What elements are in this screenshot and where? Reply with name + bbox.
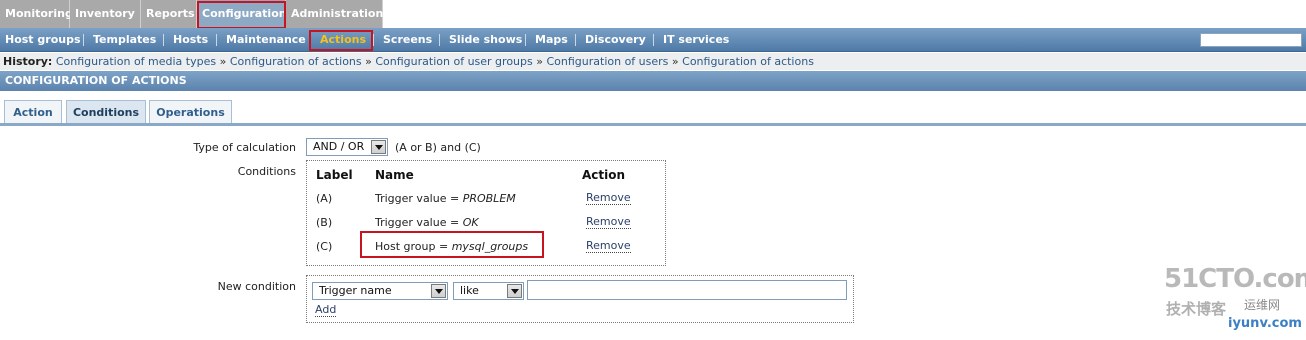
history-bar: History: Configuration of media types » … — [0, 53, 1306, 70]
sub-menu-templates[interactable]: Templates — [93, 28, 156, 52]
history-link[interactable]: Configuration of user groups — [375, 55, 532, 68]
add-condition-link[interactable]: Add — [315, 304, 337, 317]
sub-menu-separator — [439, 34, 440, 46]
conditions-header-action: Action — [582, 168, 626, 182]
new-condition-type-value: Trigger name — [319, 284, 392, 297]
remove-condition-b-link[interactable]: Remove — [586, 216, 631, 229]
history-separator: » — [536, 55, 543, 68]
condition-row-label: (A) — [316, 192, 333, 205]
new-condition-label: New condition — [217, 280, 296, 293]
watermark-sub-right: 运维网 — [1244, 298, 1281, 312]
sub-menu-separator — [653, 34, 654, 46]
remove-condition-c-link[interactable]: Remove — [586, 240, 631, 253]
dropdown-arrow-icon — [371, 140, 386, 154]
conditions-header-label: Label — [316, 168, 353, 182]
condition-row-label: (C) — [316, 240, 333, 253]
watermark-brand: 51CTO.com — [1164, 264, 1306, 294]
sub-menu-host-groups[interactable]: Host groups — [5, 28, 81, 52]
calc-type-select[interactable]: AND / OR — [306, 138, 388, 156]
main-menu: Monitoring Inventory Reports Configurati… — [0, 0, 383, 28]
sub-menu-maintenance[interactable]: Maintenance — [226, 28, 306, 52]
main-menu-reports[interactable]: Reports — [141, 0, 197, 28]
sub-menu-it-services[interactable]: IT services — [663, 28, 729, 52]
history-label: History: — [3, 55, 53, 68]
tab-underline — [0, 123, 1306, 126]
calc-type-value: AND / OR — [313, 140, 365, 153]
history-link[interactable]: Configuration of users — [546, 55, 668, 68]
condition-row-name: Host group = mysql_groups — [375, 240, 529, 253]
sub-menu-separator — [575, 34, 576, 46]
tab-operations[interactable]: Operations — [149, 100, 232, 125]
sub-menu-separator — [83, 34, 84, 46]
remove-condition-a-link[interactable]: Remove — [586, 192, 631, 205]
history-separator: » — [219, 55, 227, 68]
new-condition-operator-select[interactable]: like — [453, 282, 524, 300]
sub-menu-actions[interactable]: Actions — [320, 28, 366, 52]
sub-menu-screens[interactable]: Screens — [383, 28, 432, 52]
main-menu-monitoring[interactable]: Monitoring — [0, 0, 73, 28]
sub-menu-separator — [525, 34, 526, 46]
sub-menu-separator — [373, 34, 374, 46]
sub-menu-maps[interactable]: Maps — [535, 28, 568, 52]
sub-menu-separator — [216, 34, 217, 46]
history-link[interactable]: Configuration of actions — [682, 55, 814, 68]
history-link[interactable]: Configuration of actions — [230, 55, 362, 68]
main-menu-filler — [383, 0, 1306, 28]
sub-menu: Host groups Templates Hosts Maintenance … — [0, 28, 1306, 52]
page-title: CONFIGURATION OF ACTIONS — [0, 71, 1306, 91]
new-condition-type-select[interactable]: Trigger name — [312, 282, 448, 300]
watermark-logo: 51CTO.com 技术博客 运维网 iyunv.com — [1160, 262, 1306, 340]
main-menu-configuration[interactable]: Configuration — [197, 0, 287, 28]
main-menu-administration[interactable]: Administration — [286, 0, 383, 28]
dropdown-arrow-icon — [507, 284, 522, 298]
watermark-sub-left: 技术博客 — [1166, 300, 1227, 318]
watermark-url: iyunv.com — [1228, 316, 1302, 331]
condition-row-name: Trigger value = PROBLEM — [375, 192, 516, 205]
conditions-header-name: Name — [375, 168, 414, 182]
new-condition-operator-value: like — [460, 284, 479, 297]
main-menu-inventory[interactable]: Inventory — [70, 0, 141, 28]
sub-menu-hosts[interactable]: Hosts — [173, 28, 208, 52]
tab-conditions[interactable]: Conditions — [66, 100, 146, 125]
conditions-label: Conditions — [237, 165, 296, 178]
condition-row-name: Trigger value = OK — [375, 216, 479, 229]
history-separator: » — [671, 55, 679, 68]
quick-search-input[interactable] — [1200, 33, 1302, 47]
sub-menu-separator — [163, 34, 164, 46]
sub-menu-slide-shows[interactable]: Slide shows — [449, 28, 522, 52]
sub-menu-discovery[interactable]: Discovery — [585, 28, 646, 52]
condition-row-label: (B) — [316, 216, 333, 229]
sub-menu-separator — [309, 34, 310, 46]
calc-type-label: Type of calculation — [193, 141, 296, 154]
history-separator: » — [365, 55, 372, 68]
new-condition-value-input[interactable] — [527, 280, 847, 300]
tab-action[interactable]: Action — [4, 100, 62, 125]
calc-formula: (A or B) and (C) — [395, 141, 481, 154]
dropdown-arrow-icon — [431, 284, 446, 298]
history-link[interactable]: Configuration of media types — [56, 55, 216, 68]
